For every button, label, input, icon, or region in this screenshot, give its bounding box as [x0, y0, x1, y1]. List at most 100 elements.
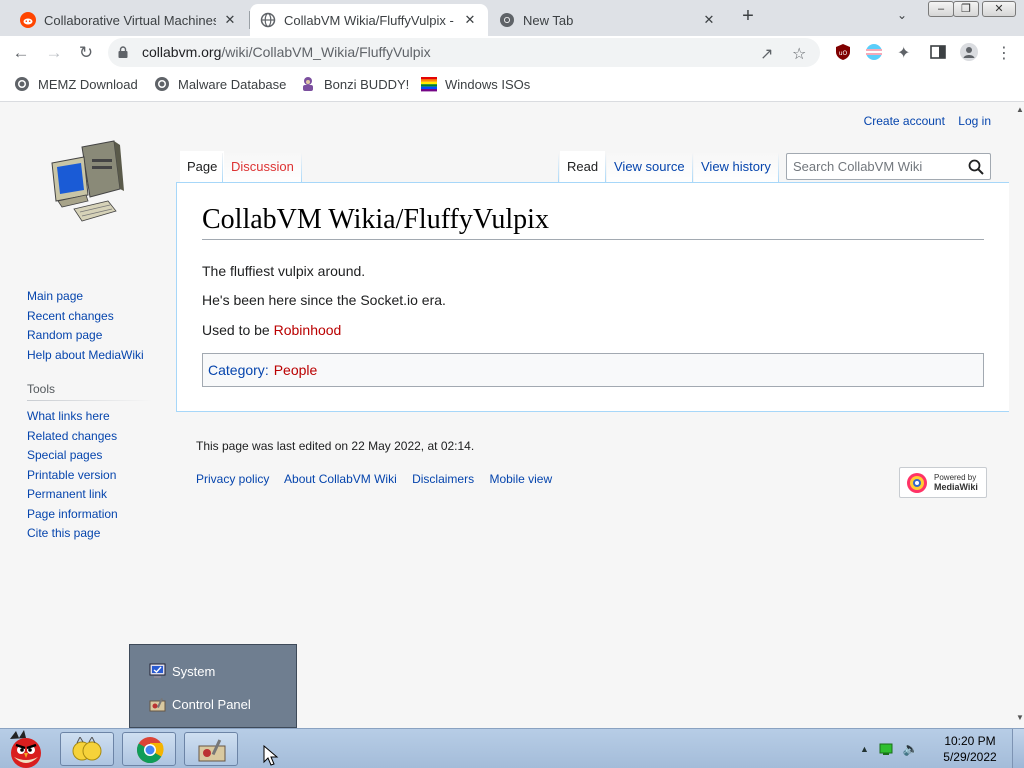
- tab-close-icon[interactable]: ✕: [462, 12, 478, 28]
- tab-page[interactable]: Page: [180, 151, 225, 183]
- globe-icon: [15, 77, 29, 91]
- ublock-origin-icon[interactable]: uO: [834, 43, 852, 61]
- privacy-policy-link[interactable]: Privacy policy: [196, 472, 269, 486]
- lock-icon[interactable]: [118, 46, 128, 58]
- tab-close-icon[interactable]: ✕: [701, 12, 717, 28]
- taskbar: ▲ 🔈 10:20 PM 5/29/2022: [0, 728, 1024, 768]
- sidebar-item-random-page[interactable]: Random page: [27, 326, 144, 346]
- last-edited-text: This page was last edited on 22 May 2022…: [196, 439, 475, 453]
- tab-read[interactable]: Read: [560, 151, 606, 183]
- chrome-icon: [500, 13, 514, 27]
- bookmark-label: Malware Database: [178, 76, 287, 92]
- bookmark-malware-database[interactable]: Malware Database: [154, 76, 286, 92]
- back-arrow-icon[interactable]: ←: [9, 41, 33, 65]
- side-panel-icon[interactable]: [929, 43, 947, 61]
- sidebar-item-page-information[interactable]: Page information: [27, 505, 151, 525]
- taskbar-chrome-button[interactable]: [122, 732, 176, 766]
- start-button-angry-bird-icon[interactable]: [4, 729, 48, 768]
- sidebar-item-related-changes[interactable]: Related changes: [27, 427, 151, 447]
- volume-icon[interactable]: 🔈: [903, 741, 919, 757]
- log-in-link[interactable]: Log in: [958, 114, 991, 128]
- tab-title: CollabVM Wikia/FluffyVulpix - CollabVM W…: [284, 12, 456, 28]
- category-label-link[interactable]: Category: [208, 362, 265, 378]
- menu-item-label: Control Panel: [172, 696, 251, 712]
- sidebar-tools: Tools What links here Related changes Sp…: [27, 382, 151, 544]
- wiki-logo-computer-icon[interactable]: [48, 139, 126, 227]
- sidebar-item-special-pages[interactable]: Special pages: [27, 446, 151, 466]
- powered-by-text: Powered by: [934, 473, 977, 482]
- tab-divider: [222, 153, 223, 183]
- create-account-link[interactable]: Create account: [864, 114, 945, 128]
- chrome-icon: [136, 737, 164, 764]
- sidebar-item-main-page[interactable]: Main page: [27, 287, 144, 307]
- tab-search-chevron-icon[interactable]: ⌄: [897, 8, 907, 22]
- tab-view-source[interactable]: View source: [607, 151, 692, 183]
- powered-by-mediawiki-badge[interactable]: Powered by MediaWiki: [899, 467, 987, 498]
- sidebar-item-cite-this-page[interactable]: Cite this page: [27, 524, 151, 544]
- network-icon[interactable]: [879, 743, 893, 755]
- bookmark-memz-download[interactable]: MEMZ Download: [14, 76, 138, 92]
- sidebar-item-permanent-link[interactable]: Permanent link: [27, 485, 151, 505]
- taskbar-messenger-button[interactable]: [60, 732, 114, 766]
- menu-item-label: System: [172, 663, 216, 679]
- restore-button[interactable]: ❐: [953, 1, 979, 17]
- tab-divider: [605, 153, 606, 183]
- about-link[interactable]: About CollabVM Wiki: [284, 472, 397, 486]
- address-bar[interactable]: collabvm.org/wiki/CollabVM_Wikia/FluffyV…: [108, 38, 820, 67]
- kebab-menu-icon[interactable]: ⋮: [996, 43, 1012, 62]
- wiki-search-input[interactable]: Search CollabVM Wiki: [786, 153, 991, 180]
- globe-icon: [155, 77, 169, 91]
- sidebar-navigation: Main page Recent changes Random page Hel…: [27, 287, 144, 365]
- reddit-icon: [20, 12, 36, 28]
- category-people-link[interactable]: People: [274, 362, 318, 378]
- profile-avatar-icon[interactable]: [960, 43, 978, 61]
- bookmark-star-icon[interactable]: ☆: [792, 44, 806, 64]
- sidebar-item-recent-changes[interactable]: Recent changes: [27, 307, 144, 327]
- reload-icon[interactable]: ↻: [74, 41, 98, 65]
- personal-tools: Create account Log in: [854, 114, 991, 128]
- tab-discussion[interactable]: Discussion: [224, 151, 301, 183]
- bookmark-windows-isos[interactable]: Windows ISOs: [421, 76, 530, 92]
- menu-item-control-panel[interactable]: Control Panel: [149, 696, 251, 712]
- forward-arrow-icon[interactable]: →: [42, 41, 66, 65]
- paragraph-3: Used to be Robinhood: [202, 322, 341, 338]
- tab-new-tab[interactable]: New Tab ✕: [489, 4, 727, 36]
- system-monitor-icon: [149, 663, 166, 678]
- mobile-view-link[interactable]: Mobile view: [489, 472, 552, 486]
- taskbar-clock[interactable]: 10:20 PM 5/29/2022: [930, 733, 1010, 765]
- globe-icon: [260, 12, 276, 28]
- url-host: collabvm.org: [142, 44, 222, 60]
- search-icon[interactable]: [968, 159, 984, 175]
- browser-tab-strip: Collaborative Virtual Machines ✕ CollabV…: [0, 0, 1024, 36]
- show-desktop-button[interactable]: [1012, 729, 1024, 768]
- sidebar-item-what-links-here[interactable]: What links here: [27, 407, 151, 427]
- tray-expand-chevron-icon[interactable]: ▲: [860, 744, 869, 754]
- taskbar-control-panel-button[interactable]: [184, 732, 238, 766]
- close-window-button[interactable]: ✕: [982, 1, 1016, 17]
- sidebar-item-printable-version[interactable]: Printable version: [27, 466, 151, 486]
- disclaimers-link[interactable]: Disclaimers: [412, 472, 474, 486]
- tab-collabvm-wiki[interactable]: CollabVM Wikia/FluffyVulpix - CollabVM W…: [250, 4, 488, 36]
- share-icon[interactable]: ↗: [760, 44, 773, 64]
- minimize-button[interactable]: –: [928, 1, 954, 17]
- sidebar-item-help[interactable]: Help about MediaWiki: [27, 346, 144, 366]
- category-box: Category: People: [202, 353, 984, 387]
- paragraph-3-text: Used to be: [202, 322, 274, 338]
- search-placeholder: Search CollabVM Wiki: [793, 159, 923, 174]
- tab-close-icon[interactable]: ✕: [222, 12, 238, 28]
- tab-collaborative-virtual-machines[interactable]: Collaborative Virtual Machines ✕: [10, 4, 248, 36]
- bookmark-bonzi-buddy[interactable]: Bonzi BUDDY!: [300, 76, 409, 92]
- menu-item-system[interactable]: System: [149, 663, 215, 679]
- robinhood-link[interactable]: Robinhood: [274, 322, 342, 338]
- content-area: CollabVM Wikia/FluffyVulpix The fluffies…: [176, 182, 1009, 412]
- trans-flag-extension-icon[interactable]: [865, 43, 883, 61]
- vertical-scrollbar[interactable]: ▲ ▼: [1013, 103, 1024, 728]
- bookmarks-bar: MEMZ Download Malware Database Bonzi BUD…: [0, 69, 1024, 102]
- url-text[interactable]: collabvm.org/wiki/CollabVM_Wikia/FluffyV…: [142, 44, 431, 60]
- scroll-up-arrow-icon[interactable]: ▲: [1016, 105, 1024, 114]
- control-panel-icon: [149, 698, 166, 712]
- scroll-down-arrow-icon[interactable]: ▼: [1016, 713, 1024, 722]
- tab-view-history[interactable]: View history: [694, 151, 778, 183]
- extensions-puzzle-icon[interactable]: ✦: [897, 43, 915, 62]
- new-tab-plus-icon[interactable]: +: [737, 6, 759, 28]
